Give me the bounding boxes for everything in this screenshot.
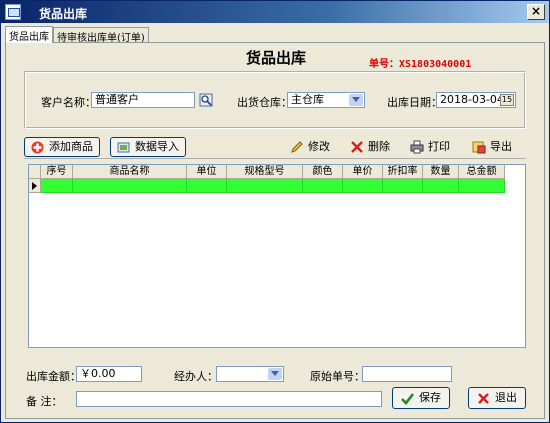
calendar-icon[interactable]: 15 xyxy=(500,94,514,106)
edit-button[interactable]: 修改 xyxy=(290,138,330,156)
column-header[interactable]: 折扣率 xyxy=(383,165,423,179)
table-cell[interactable] xyxy=(383,179,423,193)
tab-panel: 货品出库 单号：XS1803040001 客户名称： 普通客户 出货仓库： 主仓… xyxy=(5,42,545,419)
original-no-input[interactable] xyxy=(362,366,452,382)
import-icon xyxy=(117,141,130,154)
plus-icon xyxy=(31,141,44,154)
window-title: 货品出库 xyxy=(39,7,88,21)
warehouse-value: 主仓库 xyxy=(291,93,324,106)
header-group: 客户名称： 普通客户 出货仓库： 主仓库 出库日期： 2018-03-04 15 xyxy=(24,71,526,129)
print-label: 打印 xyxy=(428,140,450,153)
date-picker[interactable]: 2018-03-04 15 xyxy=(436,92,516,108)
amount-field[interactable]: ￥0.00 xyxy=(76,366,142,382)
import-data-button[interactable]: 数据导入 xyxy=(110,137,186,157)
toolbar: 添加商品 数据导入 修改 删除 打印 导出 xyxy=(24,135,526,159)
chevron-down-icon[interactable] xyxy=(268,368,282,380)
customer-lookup-icon[interactable] xyxy=(199,93,213,107)
window: 货品出库 × 货品出库 待审核出库单(订单) 货品出库 单号：XS1803040… xyxy=(0,0,550,423)
delete-icon xyxy=(350,140,364,154)
handler-select[interactable] xyxy=(216,366,284,382)
title-bar: 货品出库 × xyxy=(1,1,549,23)
table-header: 序号 商品名称 单位 规格型号 颜色 单价 折扣率 数量 总金额 xyxy=(29,165,525,179)
export-button[interactable]: 导出 xyxy=(472,138,512,156)
delete-label: 删除 xyxy=(368,140,390,153)
table-cell[interactable] xyxy=(187,179,227,193)
column-header[interactable]: 商品名称 xyxy=(73,165,187,179)
table-cell[interactable] xyxy=(73,179,187,193)
table-cell[interactable] xyxy=(303,179,343,193)
warehouse-label: 出货仓库： xyxy=(237,96,292,109)
print-button[interactable]: 打印 xyxy=(410,138,450,156)
column-header[interactable]: 颜色 xyxy=(303,165,343,179)
exit-button[interactable]: 退出 xyxy=(468,387,526,409)
column-header[interactable]: 单位 xyxy=(187,165,227,179)
edit-label: 修改 xyxy=(308,140,330,153)
printer-icon xyxy=(410,140,424,154)
save-label: 保存 xyxy=(419,391,441,404)
handler-label: 经办人： xyxy=(174,370,218,383)
table-cell[interactable] xyxy=(41,179,73,193)
chevron-down-icon[interactable] xyxy=(349,94,363,106)
save-button[interactable]: 保存 xyxy=(392,387,450,409)
header-corner xyxy=(29,165,41,179)
close-icon xyxy=(477,392,490,405)
amount-label: 出库金额： xyxy=(26,370,81,383)
add-product-button[interactable]: 添加商品 xyxy=(24,137,100,157)
order-number: 单号：XS1803040001 xyxy=(369,55,471,70)
customer-label: 客户名称： xyxy=(41,96,96,109)
column-header[interactable]: 数量 xyxy=(423,165,459,179)
row-indicator-icon xyxy=(29,179,41,193)
warehouse-select[interactable]: 主仓库 xyxy=(287,92,365,108)
order-number-value: XS1803040001 xyxy=(399,59,472,70)
table-row[interactable] xyxy=(29,179,525,193)
column-header[interactable]: 单价 xyxy=(343,165,383,179)
table-cell[interactable] xyxy=(423,179,459,193)
tab-outbound[interactable]: 货品出库 xyxy=(5,26,53,43)
remark-input[interactable] xyxy=(76,391,382,407)
tab-pending-orders[interactable]: 待审核出库单(订单) xyxy=(53,27,149,44)
date-value: 2018-03-04 xyxy=(440,93,504,106)
column-header[interactable]: 规格型号 xyxy=(227,165,303,179)
column-header[interactable]: 总金额 xyxy=(459,165,505,179)
delete-button[interactable]: 删除 xyxy=(350,138,390,156)
export-label: 导出 xyxy=(490,140,512,153)
close-button[interactable]: × xyxy=(527,4,545,20)
original-no-label: 原始单号： xyxy=(310,370,365,383)
column-header[interactable]: 序号 xyxy=(41,165,73,179)
customer-input[interactable]: 普通客户 xyxy=(91,92,195,108)
pencil-icon xyxy=(290,140,304,154)
export-icon xyxy=(472,140,486,154)
checkmark-icon xyxy=(401,392,415,405)
add-product-label: 添加商品 xyxy=(49,140,93,153)
order-number-label: 单号： xyxy=(369,59,399,70)
remark-label: 备 注： xyxy=(26,395,63,408)
date-label: 出库日期： xyxy=(387,96,442,109)
product-table[interactable]: 序号 商品名称 单位 规格型号 颜色 单价 折扣率 数量 总金额 xyxy=(28,164,526,348)
import-data-label: 数据导入 xyxy=(135,140,179,153)
app-icon xyxy=(5,4,21,20)
exit-label: 退出 xyxy=(495,391,517,404)
table-cell[interactable] xyxy=(459,179,505,193)
table-cell[interactable] xyxy=(343,179,383,193)
table-cell[interactable] xyxy=(227,179,303,193)
